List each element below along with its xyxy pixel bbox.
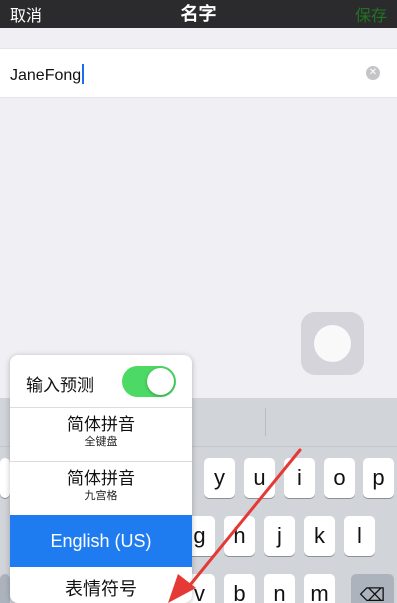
menu-item-label: English (US) bbox=[50, 531, 152, 551]
key-j[interactable]: j bbox=[264, 516, 295, 556]
menu-item-emoji[interactable]: 表情符号 bbox=[10, 567, 192, 603]
predictive-text-label: 输入预测 bbox=[26, 376, 94, 395]
text-cursor bbox=[82, 64, 85, 84]
name-value: JaneFong bbox=[10, 67, 82, 84]
key-i[interactable]: i bbox=[284, 458, 315, 498]
key-y[interactable]: y bbox=[204, 458, 235, 498]
key-k[interactable]: k bbox=[304, 516, 335, 556]
menu-item-pinyin-full-keyboard[interactable]: 简体拼音 全键盘 bbox=[10, 407, 192, 462]
key-u[interactable]: u bbox=[244, 458, 275, 498]
key-o[interactable]: o bbox=[324, 458, 355, 498]
backspace-icon: ⌫ bbox=[359, 585, 386, 603]
page-title: 名字 bbox=[180, 4, 217, 24]
navigation-bar: 取消 名字 保存 bbox=[0, 0, 397, 28]
predictive-text-row: 输入预测 bbox=[10, 355, 192, 408]
assistive-touch-dot-icon bbox=[314, 325, 351, 362]
backspace-key[interactable]: ⌫ bbox=[351, 574, 394, 603]
input-mode-menu: 输入预测 简体拼音 全键盘 简体拼音 九宫格 English (US) 表情符号 bbox=[10, 355, 192, 603]
key-p[interactable]: p bbox=[363, 458, 394, 498]
menu-item-sublabel: 九宫格 bbox=[84, 490, 118, 502]
suggestion-divider bbox=[265, 408, 266, 436]
clear-circle-icon[interactable]: ✕ bbox=[366, 66, 380, 80]
assistive-touch-button[interactable] bbox=[301, 312, 364, 375]
name-field[interactable]: JaneFong bbox=[10, 64, 85, 85]
predictive-text-toggle[interactable] bbox=[122, 366, 176, 397]
menu-item-pinyin-nine-grid[interactable]: 简体拼音 九宫格 bbox=[10, 461, 192, 516]
toggle-knob bbox=[147, 368, 174, 395]
menu-item-label: 表情符号 bbox=[65, 579, 137, 599]
shift-key[interactable] bbox=[0, 574, 10, 603]
key-m[interactable]: m bbox=[304, 574, 335, 603]
key-n[interactable]: n bbox=[264, 574, 295, 603]
key-partial[interactable] bbox=[0, 458, 10, 498]
key-b[interactable]: b bbox=[224, 574, 255, 603]
screen: 取消 名字 保存 JaneFong ✕ y u i o p g h j k l … bbox=[0, 0, 397, 603]
menu-item-sublabel: 全键盘 bbox=[84, 436, 118, 448]
save-button[interactable]: 保存 bbox=[355, 2, 387, 26]
menu-item-label: 简体拼音 bbox=[67, 469, 135, 488]
menu-item-label: 简体拼音 bbox=[67, 415, 135, 434]
key-l[interactable]: l bbox=[344, 516, 375, 556]
menu-item-english-us[interactable]: English (US) bbox=[10, 515, 192, 567]
name-input-row[interactable]: JaneFong ✕ bbox=[0, 48, 397, 98]
key-h[interactable]: h bbox=[224, 516, 255, 556]
